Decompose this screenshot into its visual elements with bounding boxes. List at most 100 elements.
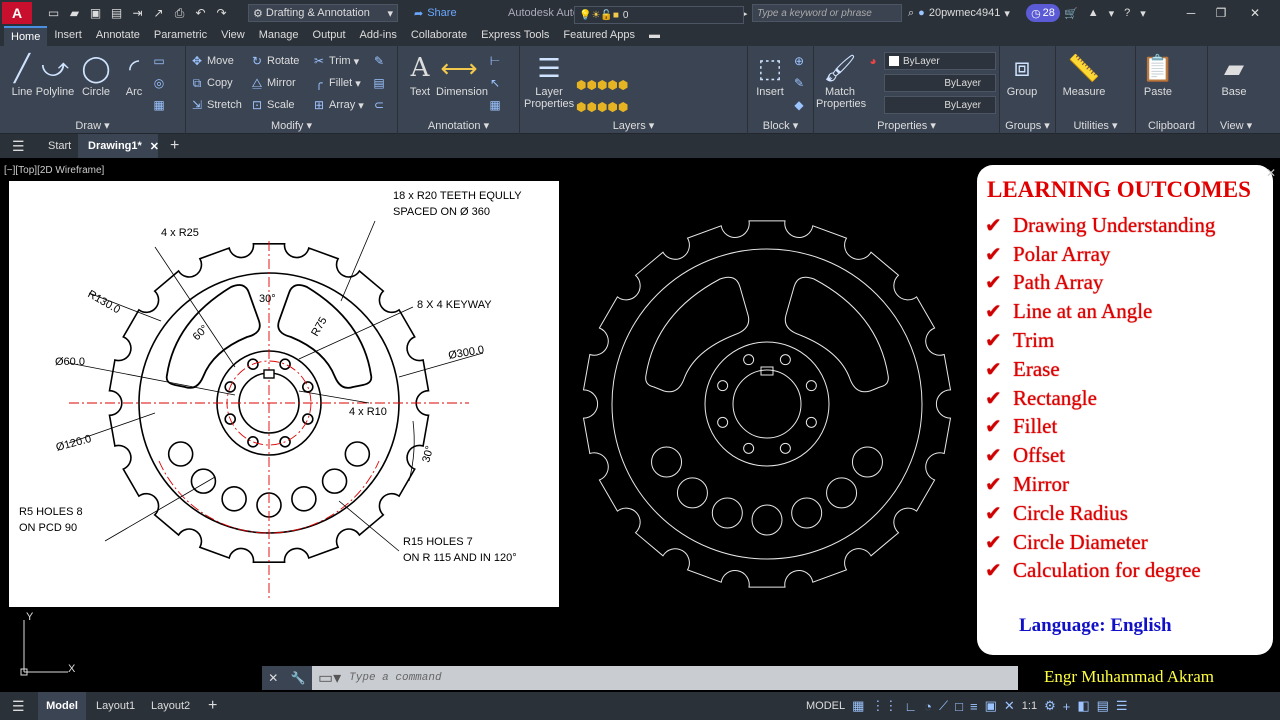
save-as-icon[interactable]: ▤ <box>109 6 124 20</box>
selection-cycling-icon[interactable]: ▣ <box>985 698 997 714</box>
print-icon[interactable]: ⎙ <box>172 6 187 20</box>
share-button[interactable]: ➦ Share <box>414 0 457 26</box>
workspace-switcher[interactable]: ⚙ Drafting & Annotation ▾ <box>248 4 398 22</box>
grid-icon[interactable]: ▦ <box>852 698 864 714</box>
add-layout-plus-icon[interactable]: + <box>208 692 217 720</box>
object-snap-icon[interactable]: □ <box>955 699 963 714</box>
match-properties-button[interactable]: 🖌 Match Properties <box>816 50 866 111</box>
base-button[interactable]: ▰ Base <box>1212 50 1256 99</box>
isodraft-icon[interactable]: ⟋ <box>939 698 948 714</box>
tab-collaborate[interactable]: Collaborate <box>404 26 474 46</box>
arc-button[interactable]: ◜ Arc <box>112 50 156 99</box>
hatch-tool[interactable]: ◎ <box>152 74 166 92</box>
gear-icon[interactable]: ⚙ <box>1044 698 1056 714</box>
erase-tool[interactable]: ✎ <box>372 52 386 70</box>
model-space-toggle[interactable]: MODEL <box>806 700 845 712</box>
hamburger-menu-icon[interactable]: ☰ <box>12 134 25 158</box>
dimension-button[interactable]: ⟷ Dimension <box>436 50 488 99</box>
viewport-close-icon[interactable]: ✕ <box>1266 166 1276 180</box>
group-button[interactable]: ⧈ Group <box>1000 50 1044 98</box>
tab-featured-apps[interactable]: Featured Apps <box>556 26 642 46</box>
array-button[interactable]: ⊞ Array ▾ <box>312 96 364 114</box>
explode-tool[interactable]: ▤ <box>372 74 386 92</box>
move-button[interactable]: ✥ Move <box>190 52 234 70</box>
polar-tracking-icon[interactable]: ◔ <box>924 699 932 714</box>
tab-manage[interactable]: Manage <box>252 26 306 46</box>
close-icon[interactable]: ✕ <box>268 671 278 685</box>
create-block-tool[interactable]: ⊕ <box>792 52 806 70</box>
export-icon[interactable]: ↗ <box>151 6 166 20</box>
layer-tools-row2[interactable]: ⬢⬢⬢⬢⬢ <box>576 98 628 116</box>
view-panel-label[interactable]: View ▾ <box>1208 119 1264 132</box>
tab-start[interactable]: Start <box>48 134 71 158</box>
layer-dropdown[interactable]: 💡☀🔓■ 0 <box>574 6 744 24</box>
help-icon[interactable]: ? <box>1124 7 1130 19</box>
isolate-icon[interactable]: ◧ <box>1077 698 1089 714</box>
add-icon[interactable]: + <box>1063 699 1071 714</box>
ortho-icon[interactable]: ∟ <box>904 699 917 714</box>
drawing-canvas[interactable]: [−][Top][2D Wireframe] 18 x R20 TEETH EQ… <box>0 160 1280 690</box>
minimize-button[interactable]: ─ <box>1176 0 1206 26</box>
autocad-logo[interactable]: A <box>2 2 32 24</box>
boundary-tool[interactable]: ▦ <box>152 96 166 114</box>
layer-properties-button[interactable]: ☰ Layer Properties <box>524 50 574 111</box>
snap-icon[interactable]: ⋮⋮ <box>871 698 897 714</box>
open-web-icon[interactable]: ⇥ <box>130 6 145 20</box>
close-icon[interactable]: ✕ <box>150 140 159 153</box>
viewport-controls[interactable]: [−][Top][2D Wireframe] <box>4 165 104 176</box>
tab-home[interactable]: Home <box>4 26 48 46</box>
annotation-scale[interactable]: 1:1 <box>1022 700 1037 712</box>
search-icon[interactable]: ⌕ <box>908 7 914 20</box>
annotation-panel-label[interactable]: Annotation ▾ <box>398 119 519 132</box>
close-button[interactable]: ✕ <box>1240 0 1270 26</box>
rotate-button[interactable]: ↻ Rotate <box>250 52 299 70</box>
maximize-button[interactable]: ❐ <box>1206 0 1236 26</box>
tab-insert[interactable]: Insert <box>47 26 89 46</box>
polyline-button[interactable]: ⤻ Polyline <box>34 50 76 98</box>
ribbon-minimize-icon[interactable]: ▬ <box>642 26 667 46</box>
tab-express-tools[interactable]: Express Tools <box>474 26 556 46</box>
layers-panel-label[interactable]: Layers ▾ <box>520 119 747 132</box>
tab-drawing1[interactable]: Drawing1* ✕ <box>78 134 159 158</box>
modify-panel-label[interactable]: Modify ▾ <box>186 119 397 132</box>
layer-tools-row1[interactable]: ⬢⬢⬢⬢⬢ <box>576 76 628 94</box>
tab-add-ins[interactable]: Add-ins <box>353 26 404 46</box>
stretch-button[interactable]: ⇲ Stretch <box>190 96 242 114</box>
hardware-acceleration-icon[interactable]: ▤ <box>1097 698 1109 714</box>
lineweight-dropdown[interactable]: ByLayer <box>884 96 996 114</box>
tab-annotate[interactable]: Annotate <box>89 26 147 46</box>
scale-button[interactable]: ⊡ Scale <box>250 96 295 114</box>
open-icon[interactable]: ▰ <box>67 6 82 20</box>
draw-panel-label[interactable]: Draw ▾ <box>0 119 185 132</box>
attribute-tool[interactable]: ◆ <box>792 96 806 114</box>
utilities-panel-label[interactable]: Utilities ▾ <box>1056 119 1135 132</box>
fillet-button[interactable]: ╭ Fillet ▾ <box>312 74 360 92</box>
new-tab-plus-icon[interactable]: + <box>170 134 179 158</box>
lineweight-icon[interactable]: ≡ <box>970 699 978 714</box>
properties-panel-label[interactable]: Properties ▾ <box>814 119 999 132</box>
layout-menu-icon[interactable]: ☰ <box>12 692 25 720</box>
user-account[interactable]: ⌕ ● 20pwmec4941 ▾ <box>908 0 1010 26</box>
redo-icon[interactable]: ↷ <box>214 6 229 20</box>
insert-button[interactable]: ⬚ Insert <box>748 50 792 99</box>
linear-dim-tool[interactable]: ⊢ <box>488 52 502 70</box>
measure-button[interactable]: 📏 Measure <box>1060 50 1108 99</box>
help-search-input[interactable]: Type a keyword or phrase <box>752 4 902 22</box>
cart-icon[interactable]: 🛒 <box>1064 7 1078 20</box>
block-panel-label[interactable]: Block ▾ <box>748 119 813 132</box>
color-dropdown[interactable]: ByLayer <box>884 52 996 70</box>
trim-button[interactable]: ✂ Trim ▾ <box>312 52 359 70</box>
command-prompt-icon[interactable]: ▭▾ <box>312 668 341 688</box>
new-icon[interactable]: ▭ <box>46 6 61 20</box>
tab-output[interactable]: Output <box>306 26 353 46</box>
linetype-dropdown[interactable]: ByLayer <box>884 74 996 92</box>
notifications-badge[interactable]: ◷ 28 <box>1026 4 1060 22</box>
tab-parametric[interactable]: Parametric <box>147 26 214 46</box>
autodesk-a360-icon[interactable]: ▲ <box>1088 7 1099 19</box>
mirror-button[interactable]: ⧋ Mirror <box>250 74 296 92</box>
rectangle-tool[interactable]: ▭ <box>152 52 166 70</box>
wrench-icon[interactable]: 🔧 <box>291 671 306 685</box>
leader-tool[interactable]: ↖ <box>488 74 502 92</box>
offset-tool[interactable]: ⊂ <box>372 96 386 114</box>
annotation-visibility-icon[interactable]: ✕ <box>1004 698 1015 714</box>
